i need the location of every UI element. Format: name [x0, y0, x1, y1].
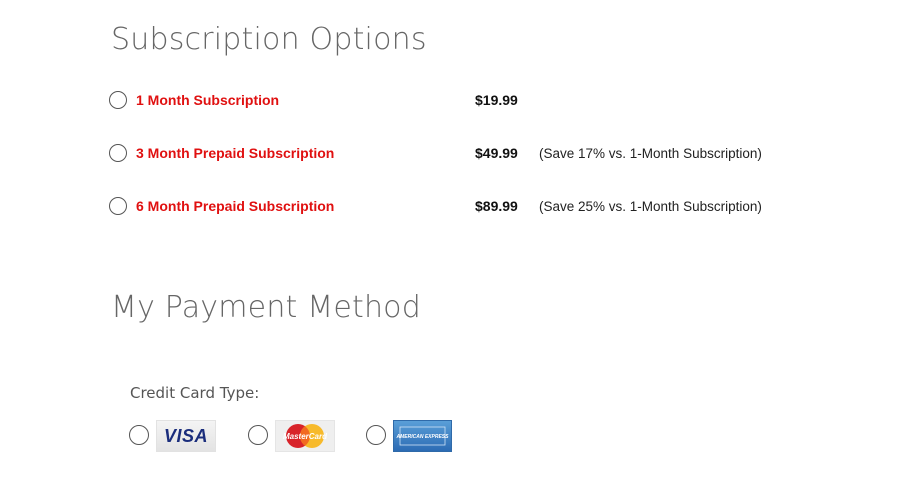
amex-logo-text: AMERICAN EXPRESS — [396, 434, 450, 440]
mastercard-logo-icon[interactable]: MasterCard — [275, 420, 335, 452]
credit-card-type-label: Credit Card Type: — [130, 384, 260, 402]
plan-radio-3-month[interactable] — [109, 144, 127, 162]
amex-logo-graphic: AMERICAN EXPRESS — [396, 426, 450, 446]
plan-label-3-month[interactable]: 3 Month Prepaid Subscription — [136, 145, 334, 161]
plan-radio-6-month[interactable] — [109, 197, 127, 215]
amex-logo-icon[interactable]: AMERICAN EXPRESS — [393, 420, 452, 452]
plan-price-6-month: $89.99 — [475, 198, 518, 214]
payment-method-heading: My Payment Method — [111, 290, 421, 325]
plan-option-3-month[interactable]: 3 Month Prepaid Subscription $49.99 (Sav… — [109, 143, 809, 167]
card-radio-amex[interactable] — [366, 425, 386, 445]
plan-savings-note-3-month: (Save 17% vs. 1-Month Subscription) — [539, 146, 762, 161]
card-radio-visa[interactable] — [129, 425, 149, 445]
plan-price-3-month: $49.99 — [475, 145, 518, 161]
plan-price-1-month: $19.99 — [475, 92, 518, 108]
plan-radio-1-month[interactable] — [109, 91, 127, 109]
plan-option-6-month[interactable]: 6 Month Prepaid Subscription $89.99 (Sav… — [109, 196, 809, 220]
mastercard-logo-text: MasterCard — [283, 432, 328, 441]
card-radio-mastercard[interactable] — [248, 425, 268, 445]
plan-savings-note-6-month: (Save 25% vs. 1-Month Subscription) — [539, 199, 762, 214]
visa-logo-text: VISA — [163, 425, 208, 446]
mastercard-circles-graphic: MasterCard — [283, 424, 328, 448]
plan-label-1-month[interactable]: 1 Month Subscription — [136, 92, 279, 108]
plan-label-6-month[interactable]: 6 Month Prepaid Subscription — [136, 198, 334, 214]
plan-option-1-month[interactable]: 1 Month Subscription $19.99 — [109, 90, 809, 114]
subscription-options-heading: Subscription Options — [111, 22, 427, 57]
visa-logo-icon[interactable]: VISA — [156, 420, 216, 452]
